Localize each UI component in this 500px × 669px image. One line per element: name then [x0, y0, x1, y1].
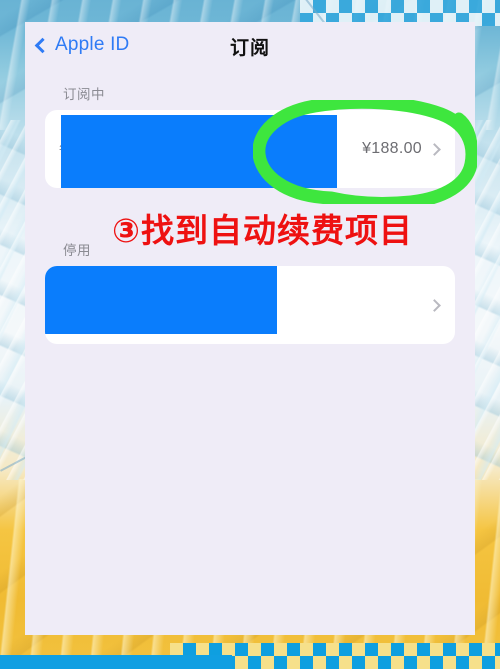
subscription-row-active[interactable]: 每月自动续订 ¥188.00 [45, 110, 455, 188]
chevron-right-icon[interactable] [428, 142, 441, 156]
subscription-card-active: 每月自动续订 ¥188.00 [45, 110, 455, 188]
section-active: 订阅中 每月自动续订 ¥188.00 [25, 74, 475, 188]
subscription-card-inactive: 已于2023年12月20日取消 [45, 266, 455, 344]
chevron-right-icon-inactive[interactable] [428, 298, 441, 312]
redacted-subscription-name-inactive [45, 266, 277, 334]
page-title: 订阅 [229, 38, 270, 59]
redacted-subscription-name [61, 115, 337, 188]
screenshot-root: Apple ID 订阅 订阅中 每月自动续订 ¥188.00 [0, 0, 500, 669]
bottom-blue-bar [0, 655, 232, 669]
subscription-row-right-inactive [428, 298, 441, 312]
navigation-bar: Apple ID 订阅 [25, 22, 475, 74]
subscription-price: ¥188.00 [362, 140, 422, 157]
subscription-row-right: ¥188.00 [362, 140, 441, 158]
section-label-active: 订阅中 [63, 87, 105, 102]
phone-screen: Apple ID 订阅 订阅中 每月自动续订 ¥188.00 [25, 22, 475, 635]
step-annotation-text: ③找到自动续费项目 [112, 211, 413, 250]
subscription-row-inactive[interactable]: 已于2023年12月20日取消 [45, 266, 455, 344]
